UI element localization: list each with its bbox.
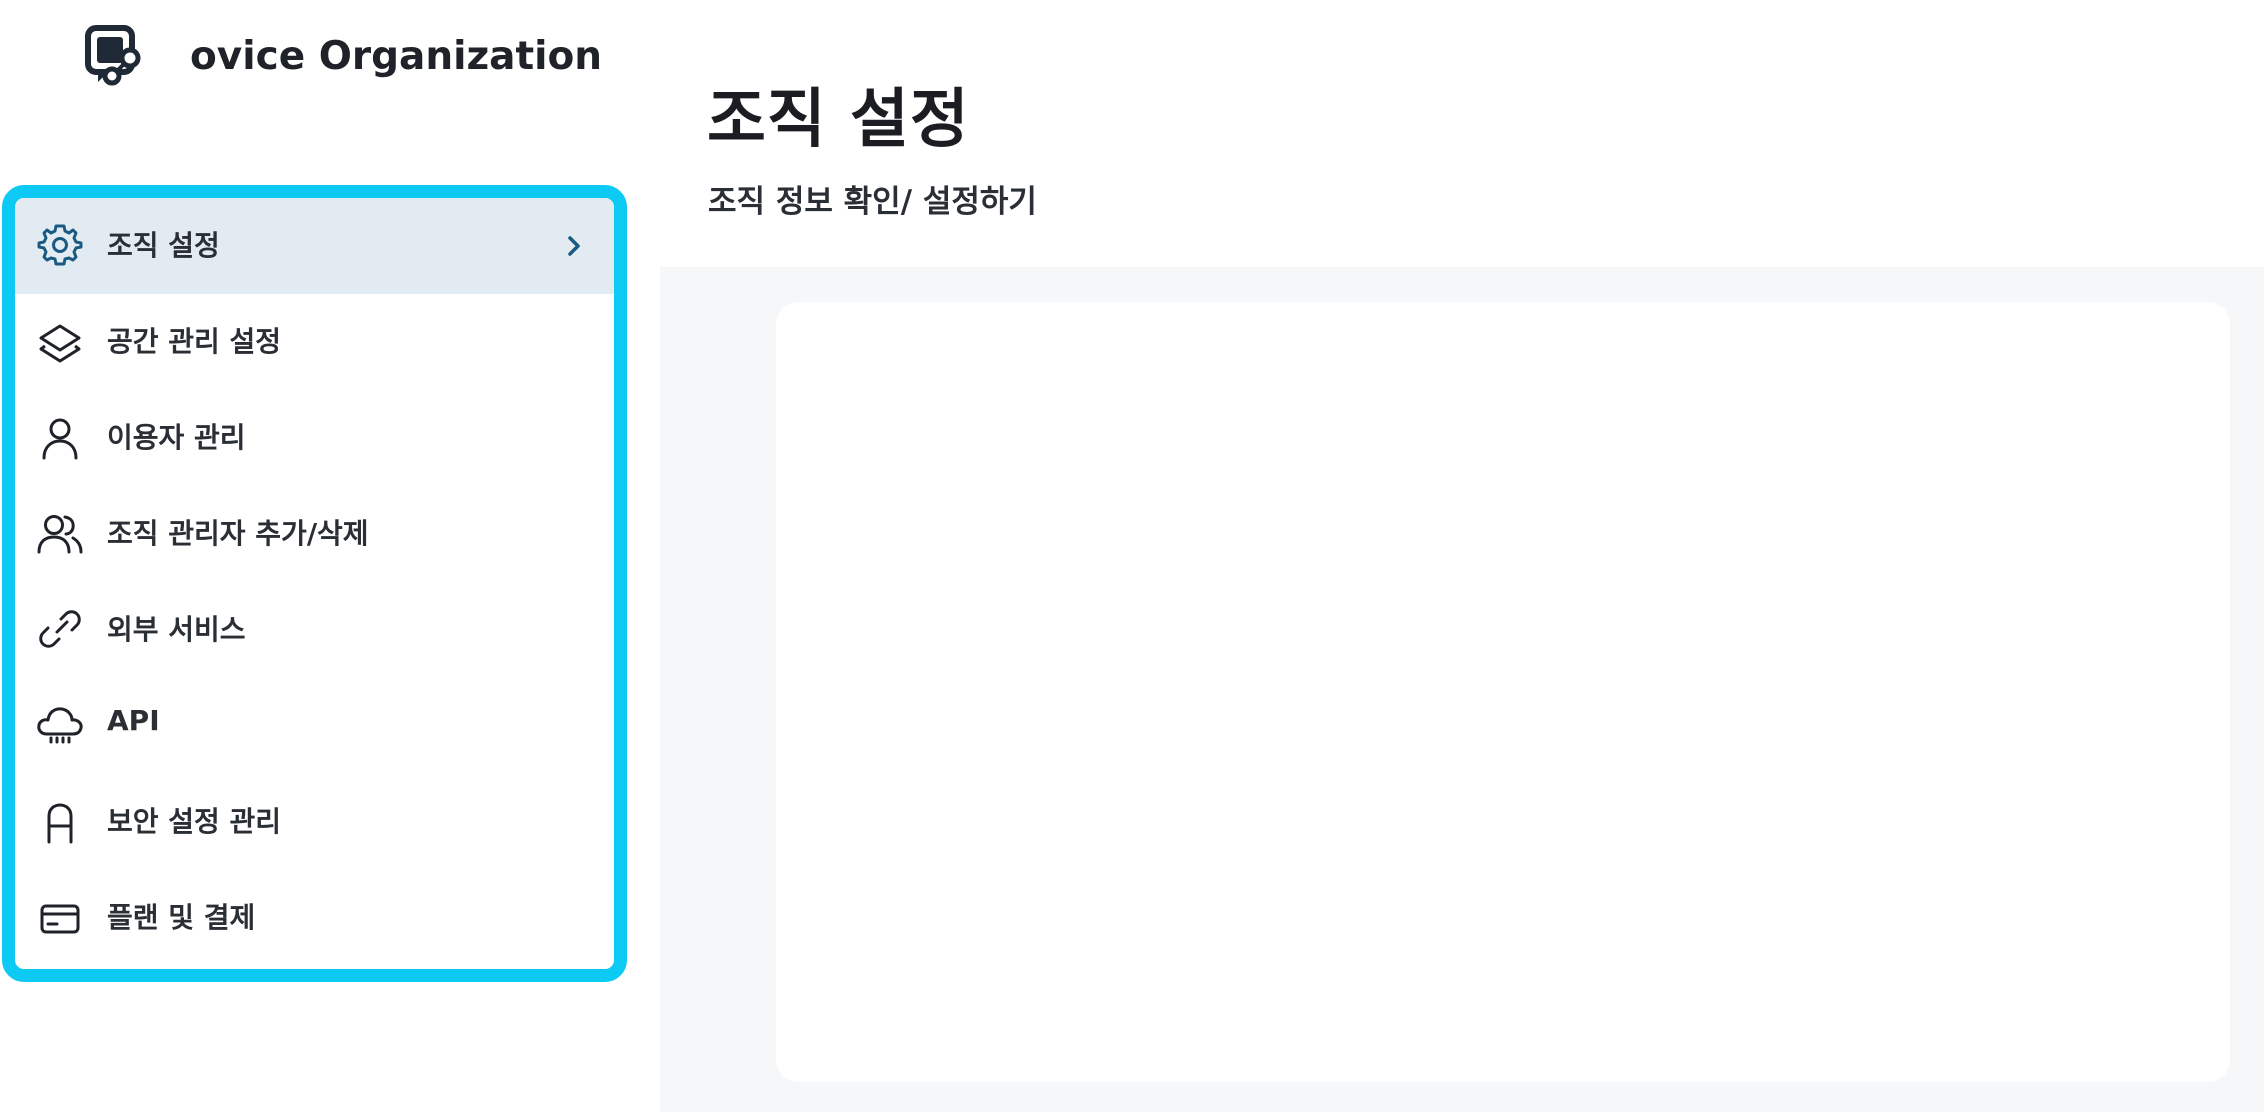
sidebar-item-label: 보안 설정 관리 <box>107 805 282 838</box>
sidebar-item-label: API <box>107 704 160 737</box>
sidebar-item-api[interactable]: API <box>15 678 614 774</box>
app-root: ovice Organization 조직 설정 공간 관리 설정 이용자 관리… <box>0 0 2264 1112</box>
sidebar-item-label: 플랜 및 결제 <box>107 901 256 934</box>
user-icon <box>37 414 83 460</box>
chevron-right-icon <box>562 232 586 260</box>
sidebar-item-label: 조직 관리자 추가/삭제 <box>107 517 369 550</box>
sidebar-nav-list: 조직 설정 공간 관리 설정 이용자 관리 조직 관리자 추가/삭제 외부 서비… <box>15 198 614 966</box>
gear-icon <box>37 222 83 268</box>
cloud-icon <box>37 702 83 748</box>
sidebar-item-label: 이용자 관리 <box>107 421 246 454</box>
sidebar-item-label: 조직 설정 <box>107 229 220 262</box>
content-area <box>660 267 2264 1112</box>
layers-icon <box>37 318 83 364</box>
sidebar-item-organization-settings[interactable]: 조직 설정 <box>15 198 614 294</box>
page-subtitle: 조직 정보 확인/ 설정하기 <box>708 184 1037 220</box>
sidebar-item-plan-billing[interactable]: 플랜 및 결제 <box>15 870 614 966</box>
credit-card-icon <box>37 894 83 940</box>
organization-name: ovice Organization <box>190 33 603 79</box>
lock-icon <box>37 798 83 844</box>
sidebar-item-user-management[interactable]: 이용자 관리 <box>15 390 614 486</box>
sidebar-item-label: 공간 관리 설정 <box>107 325 282 358</box>
sidebar-item-label: 외부 서비스 <box>107 613 246 646</box>
ovice-logo-icon <box>84 24 148 88</box>
content-card <box>776 302 2230 1082</box>
link-icon <box>37 606 83 652</box>
sidebar-item-security-settings[interactable]: 보안 설정 관리 <box>15 774 614 870</box>
page-title: 조직 설정 <box>707 83 970 157</box>
sidebar-item-external-services[interactable]: 외부 서비스 <box>15 582 614 678</box>
organization-header: ovice Organization <box>84 24 602 88</box>
sidebar-item-org-admins[interactable]: 조직 관리자 추가/삭제 <box>15 486 614 582</box>
users-icon <box>37 510 83 556</box>
settings-sidebar: 조직 설정 공간 관리 설정 이용자 관리 조직 관리자 추가/삭제 외부 서비… <box>2 185 627 982</box>
sidebar-item-space-management[interactable]: 공간 관리 설정 <box>15 294 614 390</box>
